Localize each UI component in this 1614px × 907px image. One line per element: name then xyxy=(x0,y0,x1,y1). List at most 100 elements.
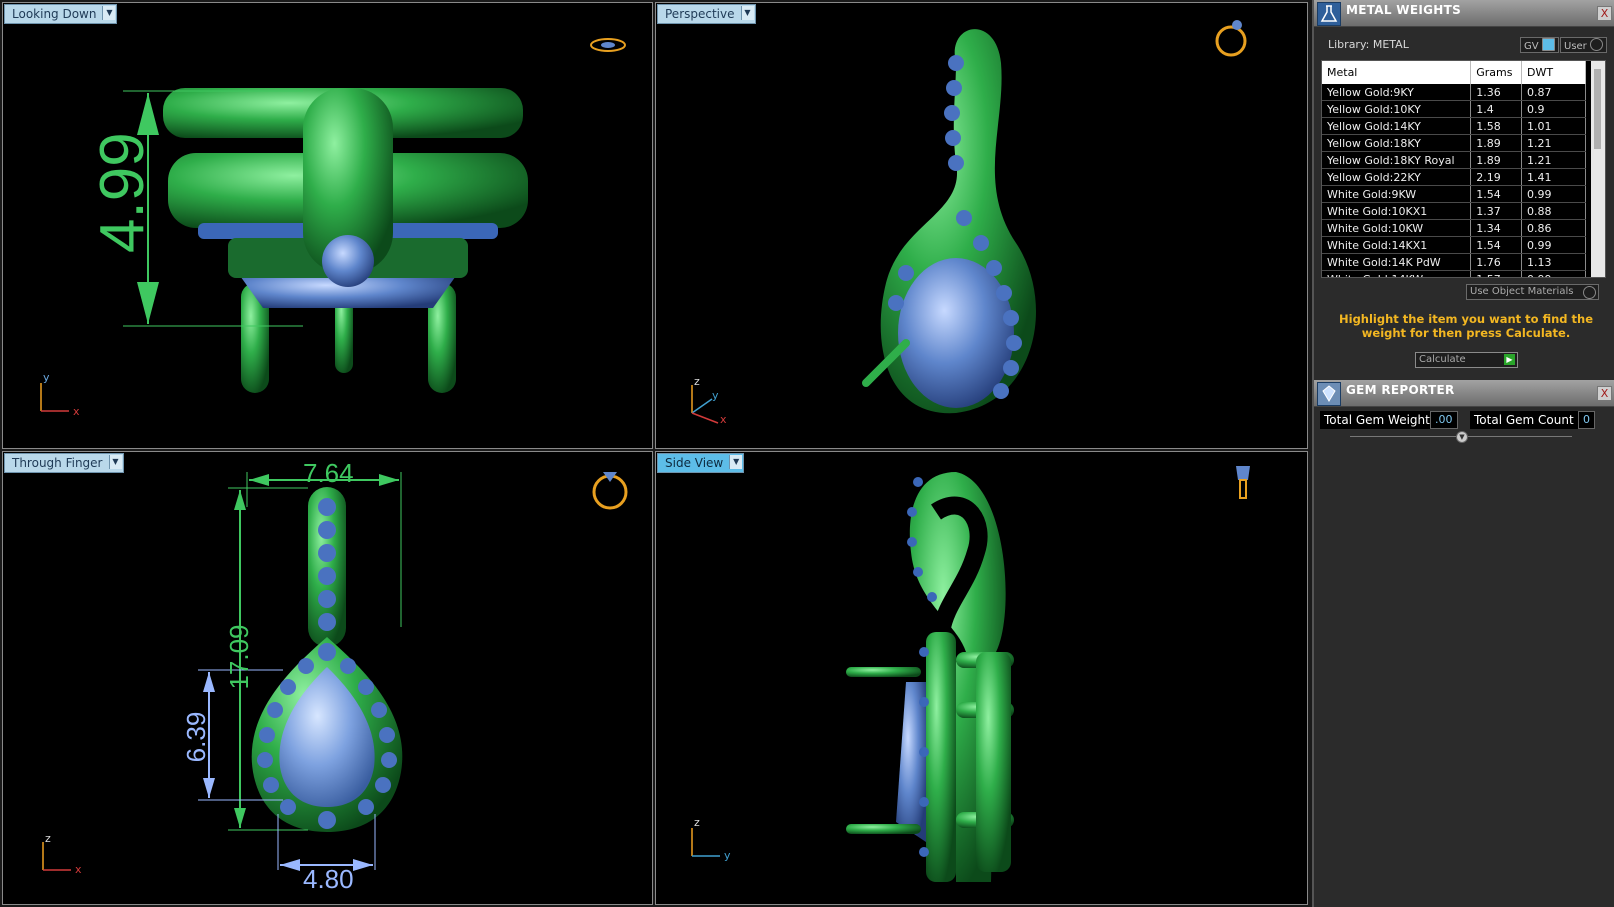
axis-label-y: y xyxy=(712,389,719,402)
dwt-cell: 0.88 xyxy=(1521,202,1586,220)
metal-cell: Yellow Gold:9KY xyxy=(1322,84,1472,101)
axis-label-y: y xyxy=(43,371,50,384)
table-row[interactable]: White Gold:14KW1.570.99 xyxy=(1322,270,1586,277)
table-row[interactable]: White Gold:10KW 1.34 0.86 xyxy=(1322,219,1586,237)
dwt-cell: 0.99 xyxy=(1521,270,1586,277)
dwt-cell: 0.86 xyxy=(1521,219,1586,237)
grams-cell: 1.57 xyxy=(1470,270,1523,277)
dwt-cell: 1.41 xyxy=(1521,168,1586,186)
grams-cell: 1.58 xyxy=(1470,117,1523,135)
grams-cell: 1.89 xyxy=(1470,134,1523,152)
splitter-handle-icon[interactable]: ▼ xyxy=(1456,431,1468,443)
grams-cell: 1.4 xyxy=(1470,100,1523,118)
viewport-label-through-finger[interactable]: Through Finger ▼ xyxy=(4,453,124,473)
calculate-label: Calculate xyxy=(1419,354,1466,365)
dimension-vertical: 4.99 xyxy=(67,132,187,253)
user-toggle-label: User xyxy=(1564,41,1587,52)
side-view-render xyxy=(691,466,1250,882)
table-row[interactable]: White Gold:14KX1 1.54 0.99 xyxy=(1322,236,1586,254)
perspective-render xyxy=(691,20,1247,424)
grams-cell: 1.36 xyxy=(1470,84,1523,101)
metal-weights-table[interactable]: Metal Grams DWT Yellow Gold:9KY 1.36 0.87 Y… xyxy=(1321,60,1606,278)
chevron-down-icon[interactable]: ▼ xyxy=(729,455,743,469)
dimension-height: 17.09 xyxy=(224,624,254,690)
grams-cell: 2.19 xyxy=(1470,168,1523,186)
dimension-height-wrap: 17.09 xyxy=(224,607,254,707)
dimension-stone-height: 6.39 xyxy=(181,711,211,763)
metal-cell: White Gold:14KX1 xyxy=(1322,236,1472,254)
metal-cell: Yellow Gold:18KY Royal xyxy=(1322,151,1472,169)
viewport-label-side-view[interactable]: Side View ▼ xyxy=(657,453,745,473)
through-finger-render xyxy=(42,472,628,871)
metal-cell: White Gold:10KW xyxy=(1322,219,1472,237)
metal-cell: Yellow Gold:14KY xyxy=(1322,117,1472,135)
column-header-dwt[interactable]: DWT xyxy=(1521,61,1586,84)
gem-reporter-title: GEM REPORTER xyxy=(1346,383,1455,397)
dwt-cell: 1.21 xyxy=(1521,151,1586,169)
calculate-hint: Highlight the item you want to find the … xyxy=(1339,312,1593,340)
calculate-button[interactable]: Calculate ▶ xyxy=(1415,352,1518,368)
viewport-label-perspective[interactable]: Perspective ▼ xyxy=(657,4,756,24)
axis-label-z: z xyxy=(45,832,51,845)
total-gem-count-label: Total Gem Count xyxy=(1470,411,1578,429)
axis-label-x: x xyxy=(720,413,727,426)
column-header-grams[interactable]: Grams xyxy=(1470,61,1523,84)
chevron-down-icon[interactable]: ▼ xyxy=(102,6,116,20)
metal-weights-title: METAL WEIGHTS xyxy=(1346,3,1462,17)
axis-label-x: x xyxy=(73,405,80,418)
dwt-cell: 0.99 xyxy=(1521,236,1586,254)
close-icon[interactable]: X xyxy=(1597,386,1612,401)
dwt-cell: 0.9 xyxy=(1521,100,1586,118)
dwt-cell: 1.01 xyxy=(1521,117,1586,135)
metal-cell: Yellow Gold:10KY xyxy=(1322,100,1472,118)
viewport-label-text: Through Finger xyxy=(12,456,103,470)
table-row[interactable]: Yellow Gold:22KY 2.19 1.41 xyxy=(1322,168,1586,186)
gv-toggle-label: GV xyxy=(1524,41,1539,52)
table-row[interactable]: White Gold:14K PdW 1.76 1.13 xyxy=(1322,253,1586,271)
viewport-label-text: Side View xyxy=(665,456,724,470)
right-panel: METAL WEIGHTS X Library: METAL GV User M… xyxy=(1312,0,1614,907)
metal-weights-header: METAL WEIGHTS X xyxy=(1314,0,1614,27)
scrollbar-thumb[interactable] xyxy=(1594,69,1601,149)
viewport-label-looking-down[interactable]: Looking Down ▼ xyxy=(4,4,118,24)
viewport-through-finger[interactable]: 7.64 17.09 6.39 4.80 z x Through Finger … xyxy=(2,451,653,905)
dwt-cell: 0.99 xyxy=(1521,185,1586,203)
dwt-cell: 1.21 xyxy=(1521,134,1586,152)
viewport-looking-down[interactable]: 4.99 y x Looking Down ▼ xyxy=(2,2,653,449)
table-row[interactable]: White Gold:10KX1 1.37 0.88 xyxy=(1322,202,1586,220)
metal-cell: White Gold:14KW xyxy=(1322,270,1472,277)
table-row[interactable]: Yellow Gold:14KY 1.58 1.01 xyxy=(1322,117,1586,135)
axis-label-z: z xyxy=(694,375,700,388)
viewport-perspective[interactable]: z y x Perspective ▼ xyxy=(655,2,1308,449)
viewport-side-view[interactable]: z y Side View ▼ xyxy=(655,451,1308,905)
user-toggle[interactable]: User xyxy=(1560,37,1607,53)
grams-cell: 1.54 xyxy=(1470,185,1523,203)
table-row[interactable]: Yellow Gold:10KY 1.4 0.9 xyxy=(1322,100,1586,118)
chevron-down-icon[interactable]: ▼ xyxy=(740,6,754,20)
table-row[interactable]: Yellow Gold:18KY 1.89 1.21 xyxy=(1322,134,1586,152)
chevron-down-icon[interactable]: ▼ xyxy=(108,455,122,469)
gem-totals: Total Gem Weight .00 Total Gem Count 0 xyxy=(1320,410,1610,429)
dwt-cell: 1.13 xyxy=(1521,253,1586,271)
grams-cell: 1.54 xyxy=(1470,236,1523,254)
use-object-materials-label: Use Object Materials xyxy=(1470,286,1574,297)
metal-cell: Yellow Gold:18KY xyxy=(1322,134,1472,152)
toggle-off-icon xyxy=(1589,38,1603,51)
table-row[interactable]: Yellow Gold:18KY Royal 1.89 1.21 xyxy=(1322,151,1586,169)
column-header-metal[interactable]: Metal xyxy=(1322,61,1472,84)
metal-cell: White Gold:10KX1 xyxy=(1322,202,1472,220)
table-scrollbar[interactable] xyxy=(1591,61,1605,277)
table-row[interactable]: Yellow Gold:9KY 1.36 0.87 xyxy=(1322,84,1586,101)
dimension-stone-width: 4.80 xyxy=(303,864,354,894)
close-icon[interactable]: X xyxy=(1597,6,1612,21)
table-row[interactable]: White Gold:9KW 1.54 0.99 xyxy=(1322,185,1586,203)
axis-label-z: z xyxy=(694,816,700,829)
dimension-value: 4.99 xyxy=(88,132,157,253)
flask-icon xyxy=(1317,2,1341,26)
gv-toggle[interactable]: GV xyxy=(1520,37,1559,53)
grams-cell: 1.37 xyxy=(1470,202,1523,220)
dwt-cell: 0.87 xyxy=(1521,84,1586,101)
axis-label-y: y xyxy=(724,849,731,862)
use-object-materials-toggle[interactable]: Use Object Materials xyxy=(1466,284,1599,300)
dimension-width: 7.64 xyxy=(303,458,354,488)
